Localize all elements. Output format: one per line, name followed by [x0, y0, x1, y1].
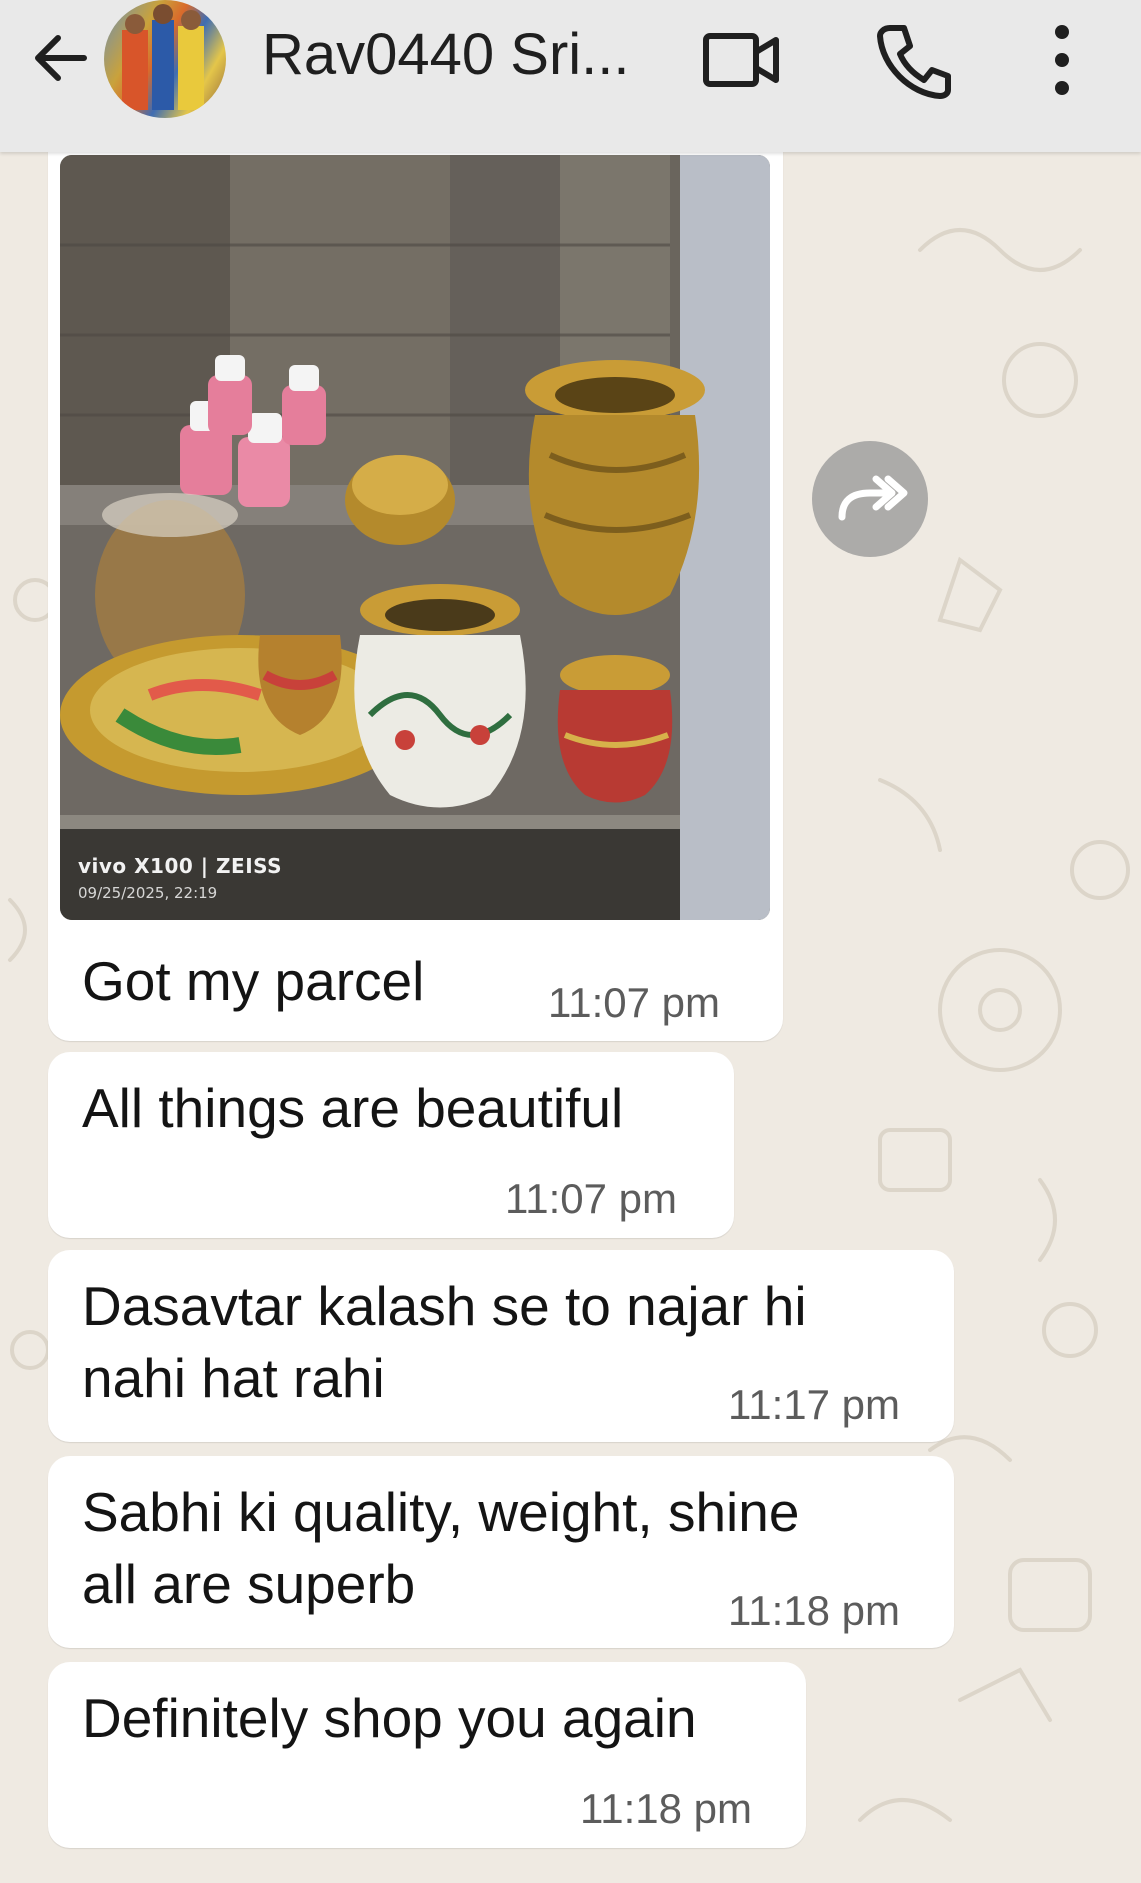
contact-name[interactable]: Rav0440 Sri... [262, 20, 662, 90]
phone-icon [877, 25, 951, 99]
video-call-button[interactable] [700, 18, 784, 102]
shared-photo[interactable]: vivo X100 | ZEISS 09/25/2025, 22:19 [60, 155, 770, 920]
message-bubble: All things are beautiful 11:07 pm [48, 1052, 734, 1238]
message-timestamp: 11:17 pm [728, 1381, 900, 1428]
voice-call-button[interactable] [872, 18, 956, 102]
avatar-image [122, 4, 204, 110]
forward-button[interactable] [812, 441, 928, 557]
message-text: Definitely shop you again [82, 1687, 697, 1749]
message-bubble: Dasavtar kalash se to najar hi nahi hat … [48, 1250, 954, 1442]
watermark-datetime: 09/25/2025, 22:19 [78, 884, 218, 902]
contact-avatar[interactable] [104, 0, 226, 118]
message-timestamp: 11:07 pm [548, 979, 720, 1026]
message-text: Got my parcel [82, 950, 425, 1012]
message-timestamp: 11:07 pm [505, 1175, 677, 1222]
message-text: All things are beautiful [82, 1077, 624, 1139]
message-bubble: Sabhi ki quality, weight, shine all are … [48, 1456, 954, 1648]
video-call-icon [703, 33, 779, 87]
back-button[interactable] [26, 22, 98, 94]
watermark-brand: vivo X100 | ZEISS [78, 854, 283, 878]
camera-watermark: vivo X100 | ZEISS 09/25/2025, 22:19 [78, 854, 282, 902]
forward-icon [838, 475, 908, 521]
more-options-button[interactable] [1020, 18, 1104, 102]
message-timestamp: 11:18 pm [580, 1785, 752, 1832]
message-text: Dasavtar kalash se to najar hi nahi hat … [82, 1275, 807, 1409]
arrow-left-icon [35, 35, 87, 81]
photo-content [60, 155, 770, 920]
more-vertical-icon [1055, 25, 1069, 95]
chat-header: Rav0440 Sri... [0, 0, 1141, 152]
message-text: Sabhi ki quality, weight, shine all are … [82, 1481, 800, 1615]
message-bubble: Definitely shop you again 11:18 pm [48, 1662, 806, 1848]
message-timestamp: 11:18 pm [728, 1587, 900, 1634]
